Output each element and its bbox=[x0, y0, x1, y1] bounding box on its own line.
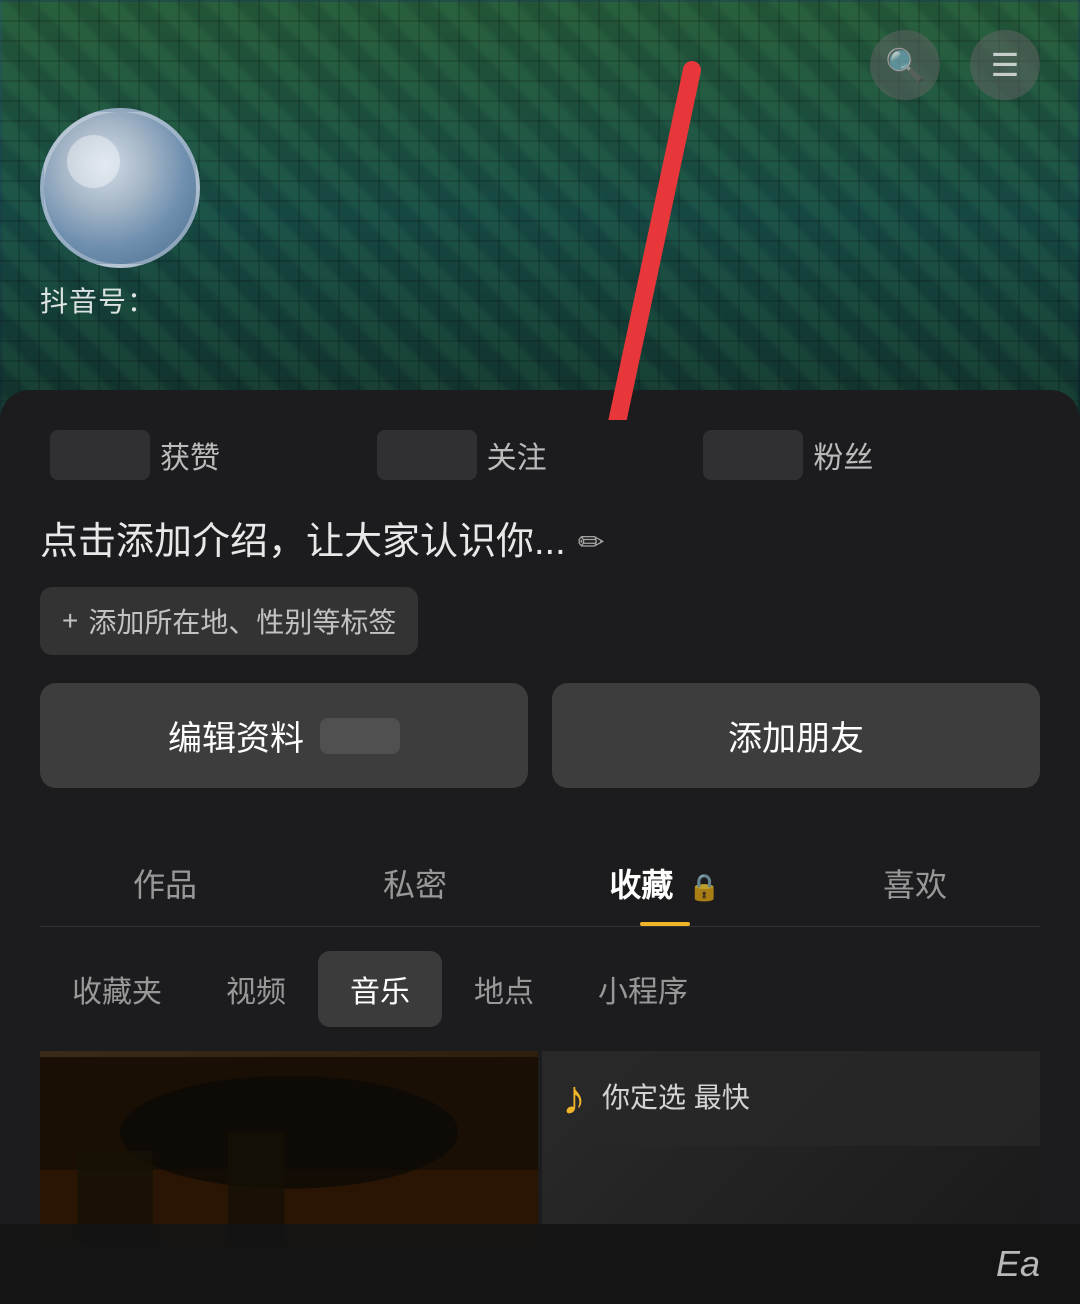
sub-tab-miniapp[interactable]: 小程序 bbox=[566, 951, 720, 1027]
tab-collections[interactable]: 收藏 🔒 bbox=[540, 836, 790, 926]
bio-area: 点击添加介绍，让大家认识你... ✏ + 添加所在地、性别等标签 bbox=[40, 516, 1040, 655]
content-preview: ♪ 你定选 最快 bbox=[40, 1043, 1040, 1251]
main-content: 获赞 关注 粉丝 点击添加介绍，让大家认识你... ✏ + 添加所在地、性别等标… bbox=[0, 390, 1080, 1251]
content-thumb-1[interactable] bbox=[40, 1051, 538, 1251]
top-icons-area: 🔍 ☰ bbox=[870, 30, 1040, 100]
search-icon[interactable]: 🔍 bbox=[870, 30, 940, 100]
tabs-row: 作品 私密 收藏 🔒 喜欢 bbox=[40, 836, 1040, 927]
stat-followers[interactable]: 粉丝 bbox=[703, 430, 1030, 480]
add-tags-button[interactable]: + 添加所在地、性别等标签 bbox=[40, 587, 418, 655]
music-item: ♪ 你定选 最快 bbox=[542, 1051, 1040, 1146]
douyin-id-label: 抖音号： bbox=[40, 280, 156, 320]
bio-text[interactable]: 点击添加介绍，让大家认识你... ✏ bbox=[40, 516, 1040, 569]
ea-text: Ea bbox=[996, 1243, 1040, 1285]
bottom-bar: Ea bbox=[0, 1224, 1080, 1304]
stat-likes[interactable]: 获赞 bbox=[50, 430, 377, 480]
sub-tab-folder[interactable]: 收藏夹 bbox=[40, 951, 194, 1027]
edit-bio-icon[interactable]: ✏ bbox=[578, 520, 605, 565]
stats-row: 获赞 关注 粉丝 bbox=[40, 430, 1040, 480]
sub-tab-music[interactable]: 音乐 bbox=[318, 951, 442, 1027]
followers-number bbox=[703, 430, 803, 480]
sub-tab-location[interactable]: 地点 bbox=[442, 951, 566, 1027]
edit-profile-label: 编辑资料 bbox=[168, 711, 304, 760]
likes-number bbox=[50, 430, 150, 480]
header-banner: 🔍 ☰ 抖音号： bbox=[0, 0, 1080, 420]
following-label: 关注 bbox=[487, 433, 547, 477]
followers-label: 粉丝 bbox=[813, 433, 873, 477]
sub-tabs-row: 收藏夹 视频 音乐 地点 小程序 bbox=[40, 927, 1040, 1043]
following-number bbox=[377, 430, 477, 480]
edit-profile-button[interactable]: 编辑资料 bbox=[40, 683, 528, 788]
music-title: 你定选 最快 bbox=[602, 1080, 750, 1116]
music-info: 你定选 最快 bbox=[602, 1080, 750, 1116]
edit-profile-badge bbox=[320, 718, 400, 754]
avatar[interactable] bbox=[40, 108, 200, 268]
lock-icon: 🔒 bbox=[688, 872, 720, 902]
avatar-area: 抖音号： bbox=[40, 108, 200, 320]
add-friend-button[interactable]: 添加朋友 bbox=[552, 683, 1040, 788]
likes-label: 获赞 bbox=[160, 433, 220, 477]
menu-icon[interactable]: ☰ bbox=[970, 30, 1040, 100]
sub-tab-video[interactable]: 视频 bbox=[194, 951, 318, 1027]
action-buttons: 编辑资料 添加朋友 bbox=[40, 683, 1040, 788]
tab-private[interactable]: 私密 bbox=[290, 836, 540, 926]
tab-likes[interactable]: 喜欢 bbox=[790, 836, 1040, 926]
tab-works[interactable]: 作品 bbox=[40, 836, 290, 926]
stat-following[interactable]: 关注 bbox=[377, 430, 704, 480]
music-note-icon: ♪ bbox=[562, 1071, 586, 1126]
content-thumb-2[interactable]: ♪ 你定选 最快 bbox=[542, 1051, 1040, 1251]
thumb-inner-1 bbox=[40, 1051, 538, 1251]
add-friend-label: 添加朋友 bbox=[728, 711, 864, 760]
